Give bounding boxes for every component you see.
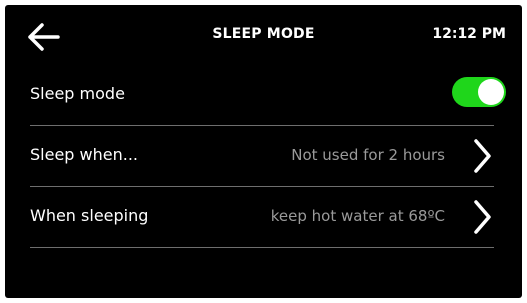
clock-time: 12:12 PM xyxy=(432,26,506,42)
chevron-right-icon[interactable] xyxy=(472,199,492,235)
sleep-when-value: Not used for 2 hours xyxy=(291,146,445,164)
when-sleeping-label: When sleeping xyxy=(30,206,149,225)
toggle-knob xyxy=(478,79,504,105)
chevron-right-icon[interactable] xyxy=(472,138,492,174)
device-screen: SLEEP MODE 12:12 PM Sleep mode Sleep whe… xyxy=(5,5,522,298)
setting-row-sleep-mode: Sleep mode xyxy=(30,65,506,126)
sleep-mode-label: Sleep mode xyxy=(30,84,125,103)
setting-row-sleep-when[interactable]: Sleep when... Not used for 2 hours xyxy=(30,126,494,187)
sleep-when-label: Sleep when... xyxy=(30,145,138,164)
when-sleeping-value: keep hot water at 68ºC xyxy=(270,207,445,225)
header-bar: SLEEP MODE 12:12 PM xyxy=(5,5,522,65)
sleep-mode-toggle[interactable] xyxy=(452,77,506,107)
setting-row-when-sleeping[interactable]: When sleeping keep hot water at 68ºC xyxy=(30,187,494,248)
